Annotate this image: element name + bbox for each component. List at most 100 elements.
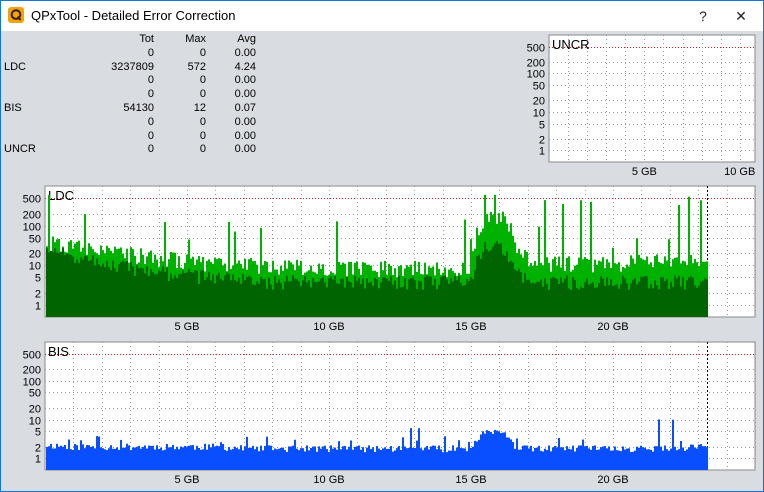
bis-bar <box>46 446 48 470</box>
ldc-bar-dark <box>262 279 264 317</box>
bis-bar <box>330 445 332 470</box>
stats-row: BIS 54130 12 0.07 <box>3 102 256 116</box>
ldc-bar-dark <box>108 266 110 317</box>
bis-bar <box>632 451 634 470</box>
ldc-bar-dark <box>676 278 678 317</box>
bis-bar <box>682 447 684 470</box>
bis-bar <box>260 445 262 470</box>
bis-bar <box>128 445 130 470</box>
bis-bar <box>644 447 646 470</box>
ldc-bar-dark <box>256 281 258 317</box>
bis-bar <box>318 446 320 470</box>
ldc-bar-dark <box>592 282 594 317</box>
bis-bar <box>216 445 218 470</box>
bis-bar <box>254 449 256 470</box>
bis-bar <box>168 447 170 470</box>
bis-bar <box>570 449 572 470</box>
stats-row-label <box>3 116 58 130</box>
bis-bar <box>600 447 602 470</box>
ldc-bar-dark <box>90 259 92 317</box>
ldc-bar-dark <box>178 274 180 317</box>
bis-bar <box>340 449 342 470</box>
stats-row-max: 572 <box>187 60 206 73</box>
x-tick-label: 5 GB <box>174 474 199 486</box>
bis-bar <box>222 444 224 470</box>
ldc-bar-dark <box>656 285 658 317</box>
bis-bar <box>580 445 582 470</box>
bis-bar <box>596 449 598 470</box>
bis-bar <box>414 447 416 470</box>
bis-bar <box>336 449 338 470</box>
bis-bar <box>498 431 500 470</box>
bis-bar <box>594 445 596 470</box>
ldc-bar-dark <box>158 270 160 317</box>
ldc-bar-dark <box>630 283 632 317</box>
bis-bar <box>150 445 152 470</box>
bis-bar <box>490 431 492 470</box>
bis-bar <box>436 449 438 470</box>
bis-bar <box>602 446 604 470</box>
ldc-bar-dark <box>166 267 168 317</box>
bis-bar <box>506 437 508 470</box>
ldc-bar-dark <box>76 259 78 317</box>
ldc-bar-dark <box>648 288 650 317</box>
bis-bar <box>218 446 220 470</box>
y-tick-label: 10 <box>29 261 41 273</box>
ldc-bar-dark <box>704 278 706 317</box>
ldc-bar-dark <box>422 289 424 317</box>
qpxtool-logo-icon <box>8 7 24 23</box>
stats-row: UNCR 0 0 0.00 <box>3 143 256 157</box>
ldc-bar-dark <box>196 270 198 317</box>
bis-bar <box>178 449 180 470</box>
bis-bar <box>664 445 666 470</box>
bis-bar <box>84 448 86 470</box>
bis-bar <box>268 445 270 470</box>
bis-bar <box>440 449 442 470</box>
ldc-bar-dark <box>288 281 290 317</box>
chart-title: UNCR <box>552 37 590 52</box>
ldc-bar-dark <box>430 276 432 317</box>
ldc-bar-dark <box>332 279 334 317</box>
ldc-bar-dark <box>80 257 82 317</box>
bis-bar <box>50 443 52 470</box>
bis-bar <box>164 449 166 470</box>
bis-bar <box>296 448 298 470</box>
ldc-bar-dark <box>662 277 664 317</box>
bis-bar <box>72 449 74 470</box>
y-tick-label: 20 <box>533 96 545 108</box>
bis-bar <box>576 448 578 470</box>
ldc-bar-dark <box>170 273 172 317</box>
ldc-bar-dark <box>502 254 504 317</box>
stats-row-max: 0 <box>199 74 206 87</box>
bis-bar <box>524 445 526 470</box>
close-button[interactable]: ✕ <box>719 1 763 31</box>
bis-bar <box>586 445 588 470</box>
ldc-bar-dark <box>110 270 112 317</box>
ldc-bar-dark <box>652 288 654 317</box>
bis-bar <box>362 447 364 470</box>
ldc-bar-dark <box>380 282 382 317</box>
ldc-bar-dark <box>64 254 66 317</box>
bis-bar <box>584 446 586 470</box>
ldc-bar-dark <box>602 278 604 317</box>
stats-row: 0 0 0.00 <box>3 88 256 102</box>
ldc-bar-dark <box>248 276 250 317</box>
ldc-bar-dark <box>102 263 104 317</box>
bis-bar <box>672 419 674 470</box>
bis-bar <box>514 448 516 470</box>
ldc-bar-dark <box>556 278 558 317</box>
ldc-bar-dark <box>498 243 500 317</box>
y-tick-label: 2 <box>35 289 41 301</box>
ldc-bar-dark <box>174 275 176 317</box>
bis-bar <box>368 445 370 470</box>
ldc-bar-dark <box>294 278 296 317</box>
ldc-bar-dark <box>180 274 182 317</box>
bis-bar <box>578 445 580 470</box>
ldc-bar-dark <box>696 287 698 317</box>
bis-bar <box>500 433 502 470</box>
ldc-bar-dark <box>314 281 316 317</box>
ldc-bar-dark <box>310 287 312 317</box>
ldc-bar-dark <box>520 272 522 317</box>
bis-bar <box>74 444 76 470</box>
ldc-bar-dark <box>284 281 286 317</box>
